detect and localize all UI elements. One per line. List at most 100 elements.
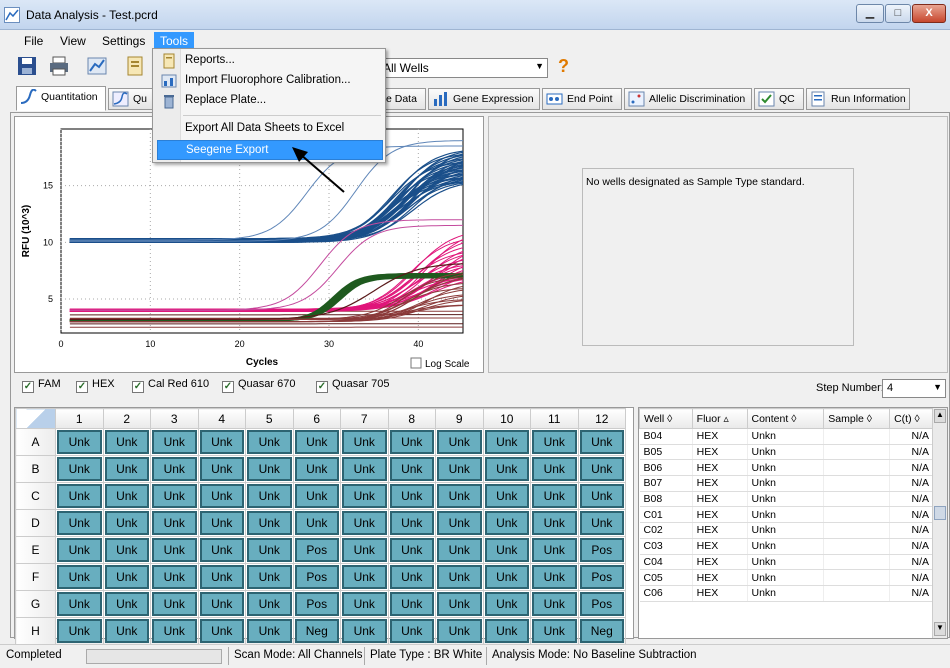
plate-well[interactable]: Pos [292, 563, 341, 591]
fluor-checkbox-quasar-670[interactable]: ✓ Quasar 670 [222, 378, 295, 393]
plate-row-header[interactable]: D [15, 509, 56, 537]
well-table-row[interactable]: B07 HEX Unkn N/A [639, 475, 934, 492]
plate-well[interactable]: Unk [150, 509, 199, 537]
well-table-column-header[interactable]: Content ◊ [746, 408, 825, 429]
plate-well[interactable]: Unk [340, 455, 389, 483]
plate-column-header[interactable]: 3 [150, 408, 199, 429]
plate-well[interactable]: Pos [292, 590, 341, 618]
plate-well[interactable]: Unk [577, 455, 626, 483]
plate-well[interactable]: Unk [387, 509, 436, 537]
plate-well[interactable]: Unk [245, 428, 294, 456]
plate-well[interactable]: Unk [435, 428, 484, 456]
plate-well[interactable]: Unk [197, 455, 246, 483]
plate-well[interactable]: Unk [340, 536, 389, 564]
plate-well[interactable]: Unk [245, 617, 294, 645]
plate-well[interactable]: Unk [245, 455, 294, 483]
plate-well[interactable]: Unk [150, 455, 199, 483]
plate-well[interactable]: Unk [387, 428, 436, 456]
plate-well[interactable]: Unk [435, 455, 484, 483]
tab-quantitation[interactable]: Quantitation [16, 86, 106, 111]
plate-well[interactable]: Unk [102, 482, 151, 510]
plate-well[interactable]: Unk [530, 536, 579, 564]
menu-tools[interactable]: Tools [154, 32, 195, 49]
plate-well[interactable]: Unk [55, 509, 104, 537]
plate-well[interactable]: Unk [197, 590, 246, 618]
plate-well[interactable]: Unk [340, 509, 389, 537]
plate-corner[interactable] [15, 408, 56, 429]
plate-well[interactable]: Unk [150, 617, 199, 645]
plate-well[interactable]: Unk [435, 536, 484, 564]
plate-well[interactable]: Neg [292, 617, 341, 645]
well-table-row[interactable]: C03 HEX Unkn N/A [639, 538, 934, 555]
plate-well[interactable]: Unk [530, 482, 579, 510]
plate-well[interactable]: Unk [530, 617, 579, 645]
plate-well[interactable]: Pos [577, 563, 626, 591]
plate-row-header[interactable]: C [15, 482, 56, 510]
report-icon[interactable] [124, 55, 148, 79]
plate-column-header[interactable]: 9 [435, 408, 484, 429]
plate-well[interactable]: Unk [55, 428, 104, 456]
plate-well[interactable]: Unk [387, 590, 436, 618]
close-button[interactable]: X [912, 4, 946, 23]
plate-well[interactable]: Unk [150, 482, 199, 510]
plate-well[interactable]: Unk [292, 455, 341, 483]
plate-well[interactable]: Unk [530, 563, 579, 591]
fluor-checkbox-cal-red-610[interactable]: ✓ Cal Red 610 [132, 378, 209, 393]
tab-allelic-discrimination[interactable]: Allelic Discrimination [624, 88, 752, 110]
plate-well[interactable]: Unk [387, 563, 436, 591]
plate-well[interactable]: Unk [102, 428, 151, 456]
plate-well[interactable]: Unk [102, 536, 151, 564]
plate-well[interactable]: Neg [577, 617, 626, 645]
plate-well[interactable]: Unk [245, 563, 294, 591]
plate-column-header[interactable]: 2 [102, 408, 151, 429]
plate-well[interactable]: Unk [482, 617, 531, 645]
plate-row-header[interactable]: G [15, 590, 56, 618]
plate-well[interactable]: Unk [340, 563, 389, 591]
plate-well[interactable]: Unk [482, 509, 531, 537]
plate-well[interactable]: Unk [577, 509, 626, 537]
well-table-row[interactable]: B06 HEX Unkn N/A [639, 459, 934, 477]
tab-run-information[interactable]: Run Information [806, 88, 910, 110]
plate-column-header[interactable]: 12 [577, 408, 626, 429]
plate-well[interactable]: Unk [245, 536, 294, 564]
plate-well[interactable]: Unk [340, 482, 389, 510]
plate-well[interactable]: Unk [55, 590, 104, 618]
plate-well[interactable]: Unk [197, 617, 246, 645]
plate-well[interactable]: Unk [197, 536, 246, 564]
fluor-checkbox-quasar-705[interactable]: ✓ Quasar 705 [316, 378, 389, 393]
plate-well[interactable]: Unk [387, 482, 436, 510]
plate-well[interactable]: Unk [435, 563, 484, 591]
plate-column-header[interactable]: 1 [55, 408, 104, 429]
plate-well[interactable]: Unk [197, 428, 246, 456]
chart-view-icon[interactable] [86, 55, 110, 79]
scroll-down-icon[interactable]: ▼ [934, 622, 946, 636]
plate-row-header[interactable]: E [15, 536, 56, 564]
plate-well[interactable]: Unk [55, 455, 104, 483]
plate-well[interactable]: Unk [530, 455, 579, 483]
plate-well[interactable]: Unk [197, 509, 246, 537]
save-icon[interactable] [16, 55, 40, 79]
tab-melt-curve-data[interactable]: e Data [380, 88, 426, 110]
well-table-row[interactable]: C04 HEX Unkn N/A [639, 554, 934, 571]
plate-well[interactable]: Unk [340, 617, 389, 645]
well-table-row[interactable]: B08 HEX Unkn N/A [639, 491, 934, 508]
well-table-column-header[interactable]: C(t) ◊ [889, 408, 934, 429]
plate-well[interactable]: Unk [245, 482, 294, 510]
plate-well[interactable]: Unk [340, 590, 389, 618]
well-table-row[interactable]: C05 HEX Unkn N/A [639, 569, 934, 586]
plate-well[interactable]: Unk [340, 428, 389, 456]
well-table-column-header[interactable]: Well ◊ [639, 408, 693, 429]
plate-well[interactable]: Unk [435, 590, 484, 618]
plate-well[interactable]: Pos [577, 590, 626, 618]
plate-row-header[interactable]: A [15, 428, 56, 456]
plate-well[interactable]: Unk [150, 536, 199, 564]
fluor-checkbox-hex[interactable]: ✓ HEX [76, 378, 115, 393]
scroll-up-icon[interactable]: ▲ [934, 409, 946, 423]
plate-well[interactable]: Unk [150, 428, 199, 456]
plate-well[interactable]: Unk [55, 617, 104, 645]
well-table-row[interactable]: C06 HEX Unkn N/A [639, 585, 934, 602]
plate-well[interactable]: Unk [482, 536, 531, 564]
plate-well[interactable]: Unk [387, 536, 436, 564]
plate-column-header[interactable]: 5 [245, 408, 294, 429]
maximize-button[interactable]: □ [885, 4, 911, 23]
